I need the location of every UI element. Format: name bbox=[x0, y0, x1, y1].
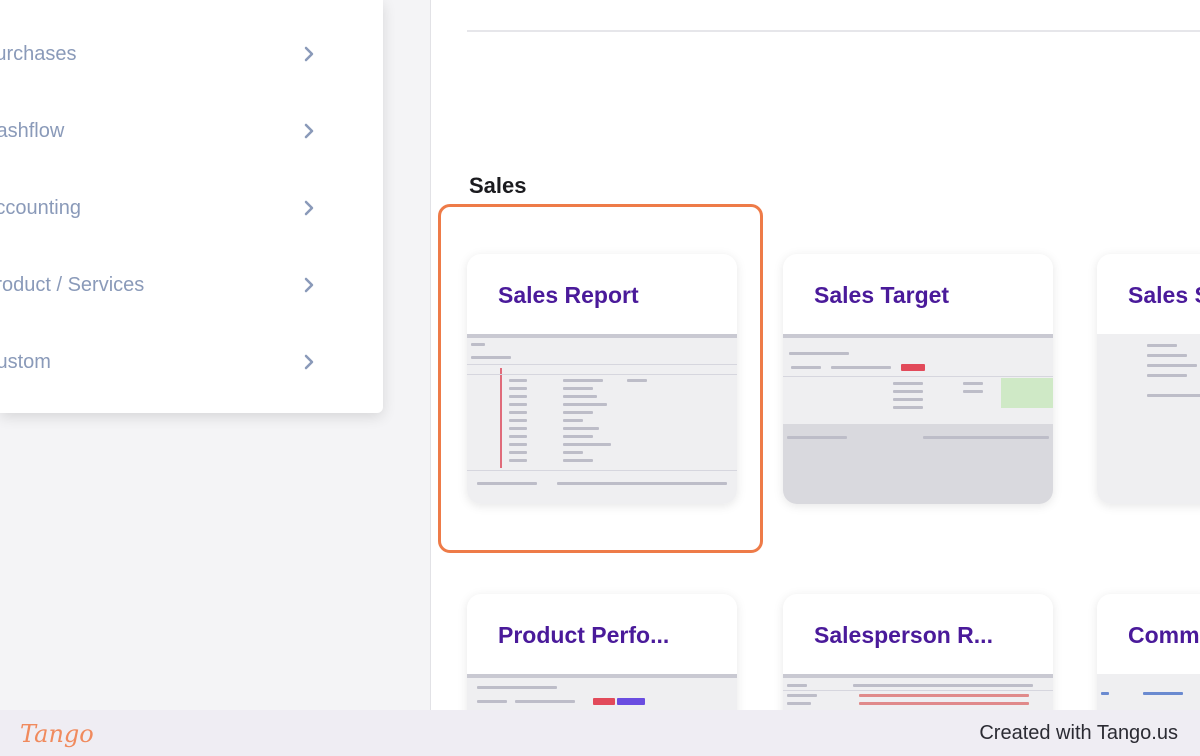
sidebar-item-cashflow[interactable]: Cashflow bbox=[0, 101, 383, 161]
report-thumbnail bbox=[467, 674, 737, 710]
card-title: Commi bbox=[1128, 622, 1200, 648]
footer-bar: Tango Created with Tango.us bbox=[0, 710, 1200, 756]
sidebar-item-label: Product / Services bbox=[0, 273, 145, 296]
sidebar-item-label: Accounting bbox=[0, 196, 81, 219]
card-title: Product Perfo... bbox=[498, 622, 670, 648]
card-title: Sales Target bbox=[814, 282, 950, 308]
sidebar-item-purchases[interactable]: Purchases bbox=[0, 24, 383, 84]
sidebar-item-label: Purchases bbox=[0, 42, 77, 65]
chevron-right-icon bbox=[304, 46, 314, 62]
card-title: Sales S bbox=[1128, 282, 1200, 308]
divider bbox=[467, 30, 1200, 32]
chevron-right-icon bbox=[304, 354, 314, 370]
sidebar-menu: Purchases Cashflow Accounting Product / … bbox=[0, 0, 383, 413]
report-thumbnail bbox=[783, 674, 1053, 710]
sidebar-item-accounting[interactable]: Accounting bbox=[0, 178, 383, 238]
chevron-right-icon bbox=[304, 123, 314, 139]
report-thumbnail bbox=[1097, 674, 1200, 710]
report-card-sales-summary[interactable]: Sales S bbox=[1097, 254, 1200, 504]
report-card-sales-target[interactable]: Sales Target bbox=[783, 254, 1053, 504]
tango-logo: Tango bbox=[20, 720, 94, 748]
chevron-right-icon bbox=[304, 277, 314, 293]
footer-credit: Created with Tango.us bbox=[979, 722, 1178, 744]
report-card-salesperson-report[interactable]: Salesperson R... bbox=[783, 594, 1053, 710]
report-card-product-performance[interactable]: Product Perfo... bbox=[467, 594, 737, 710]
card-title: Salesperson R... bbox=[814, 622, 993, 648]
report-card-sales-report[interactable]: Sales Report bbox=[467, 254, 737, 504]
sidebar-item-label: Custom bbox=[0, 350, 51, 373]
report-thumbnail bbox=[783, 334, 1053, 504]
card-title: Sales Report bbox=[498, 282, 639, 308]
sidebar-item-product-services[interactable]: Product / Services bbox=[0, 255, 383, 315]
sidebar-item-label: Cashflow bbox=[0, 119, 65, 142]
section-title: Sales bbox=[469, 173, 527, 198]
chevron-right-icon bbox=[304, 200, 314, 216]
report-thumbnail bbox=[1097, 334, 1200, 504]
report-card-commission[interactable]: Commi bbox=[1097, 594, 1200, 710]
sidebar-item-custom[interactable]: Custom bbox=[0, 332, 383, 392]
main-content: Sales Sales Report Sales Target Sales Pr… bbox=[430, 0, 1200, 710]
app-stage: Purchases Cashflow Accounting Product / … bbox=[0, 0, 1200, 710]
report-thumbnail bbox=[467, 334, 737, 504]
